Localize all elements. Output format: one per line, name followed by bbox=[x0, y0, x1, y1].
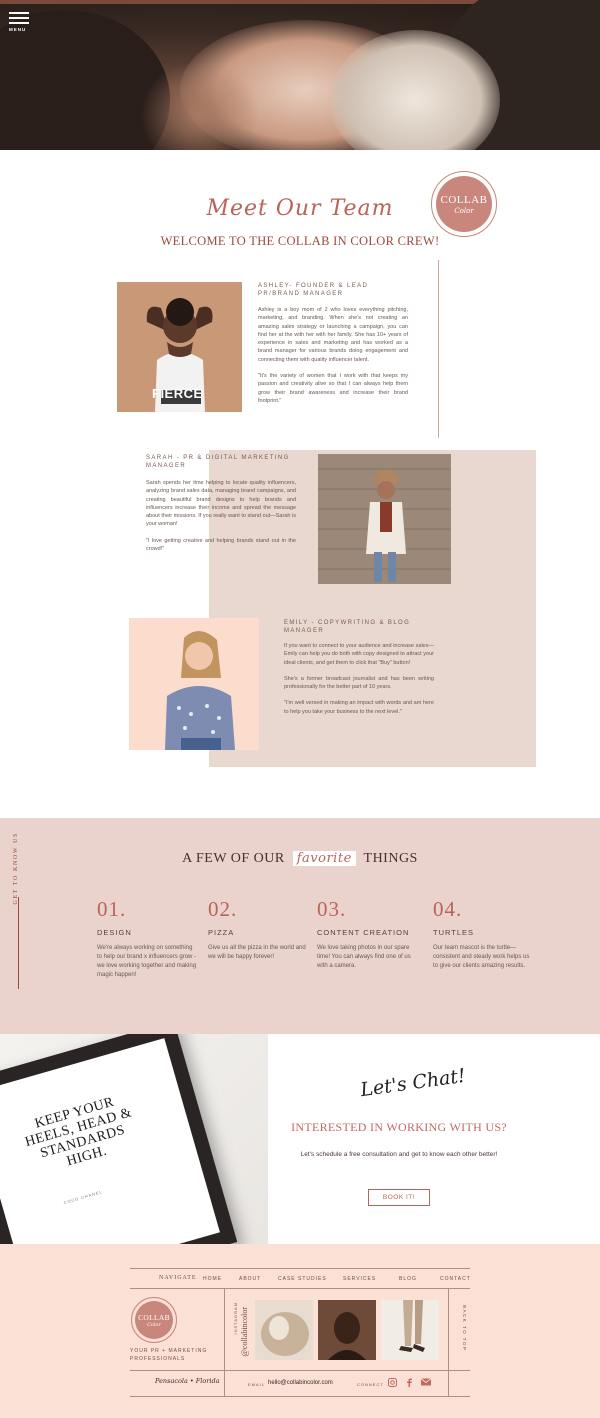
lets-chat-script: Let's Chat! bbox=[358, 1064, 467, 1102]
nav-services[interactable]: SERVICES bbox=[343, 1276, 376, 1282]
favorite-number: 03. bbox=[317, 897, 347, 921]
favorite-text: We're always working on something to hel… bbox=[97, 945, 197, 978]
favorite-text: We love taking photos in our spare time!… bbox=[317, 945, 411, 969]
book-it-button[interactable]: BOOK IT! bbox=[368, 1189, 430, 1206]
footer-line bbox=[130, 1396, 470, 1397]
mail-icon bbox=[420, 1378, 432, 1386]
favorite-item: 04. TURTLES Our team mascot is the turtl… bbox=[433, 897, 533, 971]
footer-line bbox=[224, 1288, 225, 1396]
hamburger-icon-bar bbox=[9, 17, 29, 19]
heading-part: A FEW OF OUR bbox=[182, 851, 285, 866]
favorite-title: TURTLES bbox=[433, 928, 475, 937]
chat-description: Let's schedule a free consultation and g… bbox=[300, 1151, 498, 1158]
footer-line bbox=[448, 1288, 449, 1396]
sarah-photo bbox=[318, 454, 451, 584]
badge-line1: COLLAB bbox=[138, 1312, 170, 1322]
instagram-handle[interactable]: @collabincolor bbox=[240, 1307, 249, 1357]
welcome-heading: WELCOME TO THE COLLAB IN COLOR CREW! bbox=[160, 234, 440, 248]
instagram-icon bbox=[388, 1378, 397, 1387]
member-title: ASHLEY- FOUNDER & LEAD PR/BRAND MANAGER bbox=[258, 283, 369, 297]
bio-paragraph: Ashley is a boy mom of 2 who loves every… bbox=[258, 307, 408, 363]
badge-line2: Color bbox=[454, 206, 474, 215]
sarah-portrait-illustration bbox=[318, 454, 451, 584]
favorite-title: DESIGN bbox=[97, 928, 132, 937]
nav-blog[interactable]: BLOG bbox=[399, 1276, 417, 1282]
menu-button[interactable]: MENU bbox=[9, 12, 33, 32]
footer-logo[interactable]: COLLAB Color bbox=[131, 1297, 177, 1343]
instagram-post[interactable] bbox=[381, 1300, 439, 1360]
poster-quote: KEEP YOUR HEELS, HEAD & STANDARDS HIGH. bbox=[23, 1094, 134, 1170]
instagram-label: INSTAGRAM bbox=[233, 1302, 238, 1335]
divider-line bbox=[438, 260, 439, 438]
badge-line1: COLLAB bbox=[440, 193, 488, 206]
nav-about[interactable]: ABOUT bbox=[239, 1276, 261, 1282]
bio-quote: "It's the variety of women that I work w… bbox=[258, 373, 408, 404]
favorite-text: Our team mascot is the turtle—consistent… bbox=[433, 945, 530, 969]
bio-paragraph: She's a former broadcast journalist and … bbox=[284, 675, 434, 691]
nav-case-studies[interactable]: CASE STUDIES bbox=[278, 1276, 327, 1282]
nav-contact[interactable]: CONTACT bbox=[440, 1276, 471, 1282]
heading-part: THINGS bbox=[363, 851, 418, 866]
member-title: SARAH - PR & DIGITAL MARKETING MANAGER bbox=[146, 455, 290, 469]
emily-photo bbox=[129, 618, 259, 750]
hamburger-icon-bar bbox=[9, 22, 29, 24]
connect-label: CONNECT bbox=[357, 1382, 384, 1387]
location-text: Pensacola • Florida bbox=[155, 1377, 220, 1385]
member-title: EMILY - COPYWRITING & BLOG MANAGER bbox=[284, 620, 411, 634]
bio-paragraph: If you want to connect to your audience … bbox=[284, 643, 434, 666]
instagram-icon[interactable] bbox=[388, 1378, 397, 1390]
footer-line bbox=[130, 1268, 470, 1269]
ashley-photo: FIERCE bbox=[117, 282, 242, 412]
bio-quote: "I love getting creative and helping bra… bbox=[146, 537, 296, 553]
side-line bbox=[18, 897, 19, 989]
portrait-image bbox=[318, 1300, 376, 1360]
nav-home[interactable]: HOME bbox=[203, 1276, 222, 1282]
instagram-post[interactable] bbox=[318, 1300, 376, 1360]
bio-paragraph: Sarah spends her time helping to locate … bbox=[146, 480, 296, 528]
back-to-top-link[interactable]: BACK TO TOP bbox=[462, 1305, 467, 1351]
instagram-post[interactable] bbox=[255, 1300, 313, 1360]
poster-image: KEEP YOUR HEELS, HEAD & STANDARDS HIGH. … bbox=[0, 1034, 268, 1244]
heading-script-word: favorite bbox=[292, 851, 356, 866]
hero-image: MENU bbox=[0, 0, 600, 150]
favorite-title: PIZZA bbox=[208, 928, 235, 937]
bio-quote: "I'm well versed in making an impact wit… bbox=[284, 700, 434, 715]
hamburger-icon bbox=[9, 12, 29, 14]
favorites-heading: A FEW OF OUR favorite THINGS bbox=[0, 851, 600, 867]
footer-tagline: YOUR PR + MARKETING PROFESSIONALS bbox=[130, 1348, 208, 1362]
collab-badge-logo: COLLAB Color bbox=[431, 171, 497, 237]
badge-line2: Color bbox=[147, 1321, 161, 1328]
facebook-icon bbox=[407, 1378, 412, 1387]
facebook-icon[interactable] bbox=[405, 1378, 414, 1390]
mail-icon[interactable] bbox=[420, 1378, 432, 1389]
menu-label: MENU bbox=[9, 27, 27, 32]
poster-mat: KEEP YOUR HEELS, HEAD & STANDARDS HIGH. … bbox=[0, 1038, 220, 1244]
favorite-item: 02. PIZZA Give us all the pizza in the w… bbox=[208, 897, 308, 962]
emily-portrait-illustration bbox=[129, 618, 259, 750]
footer-line bbox=[130, 1370, 470, 1371]
get-to-know-us-label: GET TO KNOW US bbox=[13, 832, 19, 905]
fur-coat-image bbox=[255, 1300, 313, 1360]
picture-frame: KEEP YOUR HEELS, HEAD & STANDARDS HIGH. … bbox=[0, 1034, 238, 1244]
shirt-text: FIERCE bbox=[152, 386, 203, 401]
member-bio: Sarah spends her time helping to locate … bbox=[146, 479, 296, 561]
member-bio: Ashley is a boy mom of 2 who loves every… bbox=[258, 306, 408, 413]
legs-heels-image bbox=[381, 1300, 439, 1360]
favorite-title: CONTENT CREATION bbox=[317, 928, 410, 937]
favorite-text: Give us all the pizza in the world and w… bbox=[208, 945, 306, 960]
poster-credit: COCO CHANEL bbox=[63, 1189, 104, 1206]
favorite-number: 01. bbox=[97, 897, 127, 921]
interested-heading: INTERESTED IN WORKING WITH US? bbox=[291, 1120, 507, 1134]
email-link[interactable]: hello@collabincolor.com bbox=[268, 1380, 333, 1386]
favorite-item: 01. DESIGN We're always working on somet… bbox=[97, 897, 197, 980]
favorite-number: 02. bbox=[208, 897, 238, 921]
favorite-item: 03. CONTENT CREATION We love taking phot… bbox=[317, 897, 417, 971]
favorite-number: 04. bbox=[433, 897, 463, 921]
member-bio: If you want to connect to your audience … bbox=[284, 642, 434, 724]
navigate-label: NAVIGATE bbox=[159, 1275, 197, 1281]
meet-team-script: Meet Our Team bbox=[206, 196, 394, 221]
email-label: EMAIL bbox=[248, 1382, 266, 1387]
footer-line bbox=[130, 1288, 470, 1289]
